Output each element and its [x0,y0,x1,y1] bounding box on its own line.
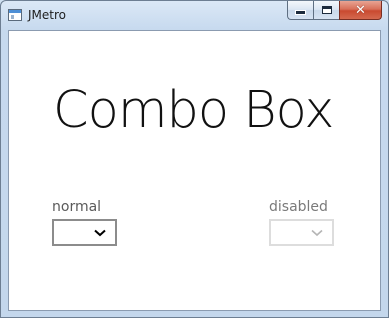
close-icon: ✕ [355,2,366,18]
close-button[interactable]: ✕ [339,1,382,20]
page-title: Combo Box [53,81,334,140]
disabled-combo-box [269,219,334,246]
title-bar[interactable]: JMetro ✕ [1,1,388,30]
caption-buttons: ✕ [287,1,382,21]
app-window: JMetro ✕ Combo Box normal disabled [0,0,389,318]
normal-combo-label: normal [52,199,102,215]
minimize-button[interactable] [287,1,313,20]
maximize-icon [322,6,332,14]
maximize-button[interactable] [313,1,339,20]
window-content: Combo Box normal disabled [8,30,381,311]
window-title: JMetro [28,8,66,22]
normal-combo-box[interactable] [52,219,117,246]
chevron-down-icon [94,229,106,237]
disabled-combo-label: disabled [269,199,328,215]
chevron-down-icon [311,229,323,237]
minimize-icon [296,11,305,14]
window-app-icon[interactable] [8,9,22,21]
